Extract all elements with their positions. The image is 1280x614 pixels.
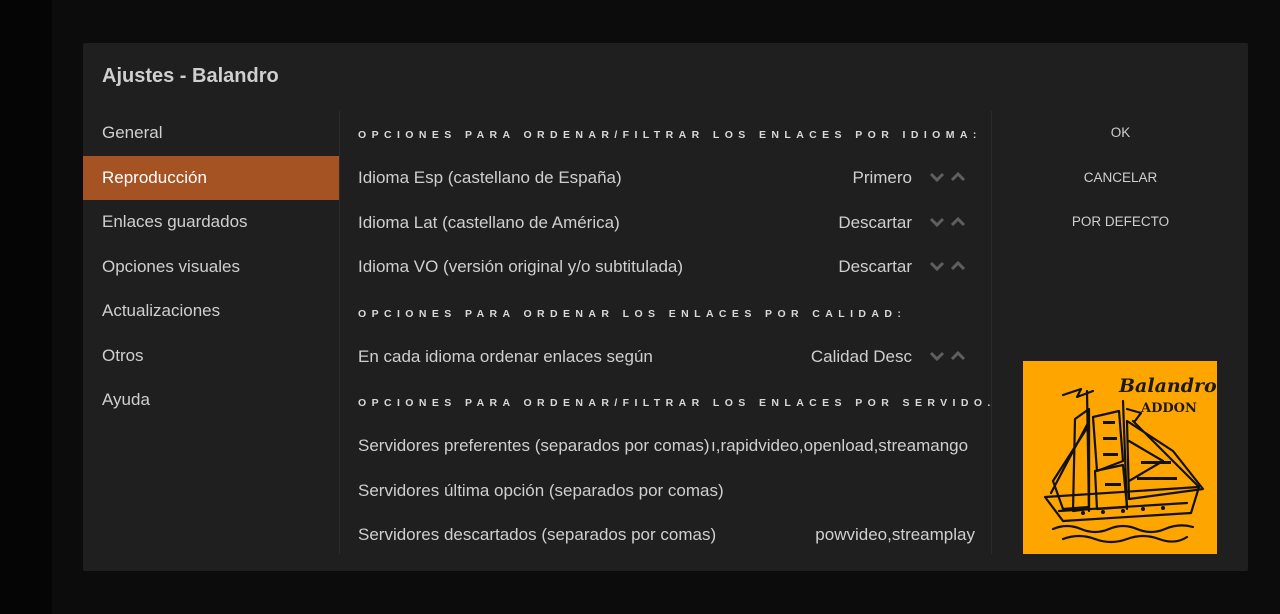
setting-idioma-lat[interactable]: Idioma Lat (castellano de América) Desca… [340, 201, 990, 246]
default-button[interactable]: POR DEFECTO [993, 200, 1248, 245]
setting-idioma-vo[interactable]: Idioma VO (versión original y/o subtitul… [340, 245, 990, 290]
setting-value: powvideo,streamplay [815, 525, 975, 544]
divider-right [991, 111, 992, 554]
addon-logo: Balandro ADDON [1023, 361, 1217, 554]
setting-orden-calidad[interactable]: En cada idioma ordenar enlaces según Cal… [340, 335, 990, 380]
chevron-up-icon[interactable] [950, 350, 966, 360]
chevron-down-icon[interactable] [929, 172, 945, 183]
setting-value: Descartar [838, 212, 912, 232]
background-strip [0, 0, 52, 614]
setting-value: Descartar [838, 257, 912, 276]
category-enlaces-guardados[interactable]: Enlaces guardados [83, 200, 339, 245]
chevron-down-icon[interactable] [929, 217, 945, 227]
category-ayuda[interactable]: Ayuda [83, 378, 339, 423]
ok-button[interactable]: OK [993, 111, 1248, 156]
setting-label: Idioma VO (versión original y/o subtitul… [358, 257, 684, 276]
setting-value: ı,rapidvideo,openload,streamango [711, 424, 971, 468]
section-header-idioma: OPCIONES PARA ORDENAR/FILTRAR LOS ENLACE… [358, 129, 982, 141]
settings-list: OPCIONES PARA ORDENAR/FILTRAR LOS ENLACE… [340, 111, 990, 558]
ship-icon [1043, 387, 1205, 544]
category-opciones-visuales[interactable]: Opciones visuales [83, 245, 339, 290]
chevron-up-icon[interactable] [950, 171, 966, 182]
setting-servidores-descartados[interactable]: Servidores descartados (separados por co… [340, 513, 990, 558]
chevron-down-icon[interactable] [929, 261, 945, 272]
setting-servidores-ultima[interactable]: Servidores última opción (separados por … [340, 469, 990, 514]
section-header-servidor: OPCIONES PARA ORDENAR/FILTRAR LOS ENLACE… [358, 397, 990, 409]
settings-dialog: Ajustes - Balandro General Reproducción … [83, 43, 1248, 571]
setting-label: Idioma Esp (castellano de España) [358, 168, 622, 187]
spinner-controls [928, 213, 968, 233]
chevron-up-icon[interactable] [950, 260, 966, 271]
setting-idioma-esp[interactable]: Idioma Esp (castellano de España) Primer… [340, 156, 990, 201]
setting-label: Servidores preferentes (separados por co… [358, 436, 710, 455]
setting-label: Servidores última opción (separados por … [358, 480, 724, 500]
cancel-button[interactable]: CANCELAR [993, 156, 1248, 201]
spinner-controls [928, 257, 968, 277]
setting-value: Primero [852, 168, 912, 187]
category-list: General Reproducción Enlaces guardados O… [83, 111, 339, 423]
section-header-calidad: OPCIONES PARA ORDENAR LOS ENLACES POR CA… [358, 307, 907, 320]
chevron-up-icon[interactable] [950, 216, 966, 226]
setting-label: En cada idioma ordenar enlaces según [358, 346, 653, 366]
spinner-controls [928, 347, 968, 367]
category-general[interactable]: General [83, 111, 339, 156]
dialog-title: Ajustes - Balandro [102, 65, 279, 87]
category-otros[interactable]: Otros [83, 334, 339, 379]
setting-value: Calidad Desc [810, 346, 912, 366]
category-reproduccion[interactable]: Reproducción [83, 155, 339, 200]
setting-label: Idioma Lat (castellano de América) [358, 212, 620, 232]
chevron-down-icon[interactable] [929, 351, 945, 361]
category-actualizaciones[interactable]: Actualizaciones [83, 289, 339, 334]
setting-servidores-preferentes[interactable]: Servidores preferentes (separados por co… [340, 424, 990, 469]
setting-label: Servidores descartados (separados por co… [358, 525, 717, 544]
spinner-controls [928, 168, 968, 188]
action-buttons: OK CANCELAR POR DEFECTO [993, 111, 1248, 245]
